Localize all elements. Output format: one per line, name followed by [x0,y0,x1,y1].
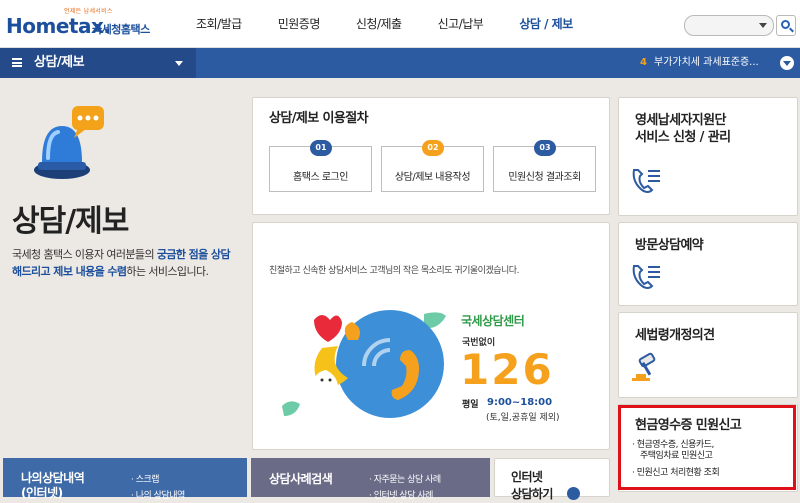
step-result[interactable]: 03 민원신청 결과조회 [493,140,596,192]
step-write[interactable]: 02 상담/제보 내용작성 [381,140,484,192]
section-menu-button[interactable]: 상담/제보 [0,48,196,78]
my-consult-link[interactable]: · 나의 상담내역 [131,488,185,501]
page-title: 상담/제보 [12,204,129,239]
arrow-right-icon [567,487,580,500]
logo-korean-name: 국세청홈택스 [92,23,150,36]
consult-siren-icon [34,106,104,179]
phone-list-icon [632,265,660,289]
gavel-icon [632,352,656,381]
consult-case-search-card[interactable]: 상담사례검색 · 자주묻는 상담 사례 · 인터넷 상담 사례 [251,458,490,501]
consult-hours-note: (토,일,공휴일 제외) [486,413,560,423]
search-input[interactable] [684,15,774,36]
page-description-text-2: 하는 서비스입니다. [126,265,209,278]
card-title-line2: 서비스 신청 / 관리 [635,130,731,145]
scrap-link[interactable]: · 스크랩 [131,472,160,485]
procedure-title: 상담/제보 이용절차 [269,111,369,126]
nav-inquiry-issue[interactable]: 조회/발급 [178,0,260,48]
consult-center-logo: 국세상담센터 [461,314,525,328]
highlight-box [618,405,796,490]
chevron-down-icon [175,61,183,66]
card-title: 세법령개정의견 [635,328,715,343]
card-title: 상담사례검색 [269,472,333,486]
card-title-line2: (인터넷) [21,486,63,500]
faq-case-link[interactable]: · 자주묻는 상담 사례 [369,472,441,485]
step-label: 민원신청 결과조회 [508,172,581,183]
step-label: 홈택스 로그인 [293,172,348,183]
nav-apply-submit[interactable]: 신청/제출 [338,0,420,48]
consult-hours: 9:00~18:00 [487,397,553,408]
card-title: 인터넷상담하기 [511,469,553,503]
step-number: 01 [310,140,332,156]
notice-expand-button[interactable] [780,56,794,70]
hamburger-icon [12,58,22,67]
hometax-logo[interactable]: 언제든 납세서비스 Hometax. 국세청홈택스 [6,6,156,42]
nav-report-pay[interactable]: 신고/납부 [420,0,502,48]
search-button[interactable] [776,15,796,36]
main-nav: 조회/발급 민원증명 신청/제출 신고/납부 상담 / 제보 [178,0,591,48]
card-title: 방문상담예약 [635,238,704,253]
notice-text[interactable]: 부가가치세 과세표준증... [654,48,759,78]
section-title: 상담/제보 [34,55,85,70]
internet-consult-card[interactable]: 인터넷상담하기 [494,458,610,501]
card-title-line2: 상담하기 [511,487,553,501]
search-icon-handle [789,27,794,33]
card-title-line1: 나의상담내역 [21,471,85,485]
step-number: 03 [534,140,556,156]
card-title: 영세납세자지원단서비스 신청 / 관리 [635,112,731,146]
page-description-text-1: 국세청 홈택스 이용자 여러분들의 [12,248,157,261]
step-label: 상담/제보 내용작성 [394,172,471,183]
nav-civil-certificate[interactable]: 민원증명 [260,0,338,48]
nav-consult-report[interactable]: 상담 / 제보 [501,0,590,48]
small-taxpayer-support-card[interactable]: 영세납세자지원단서비스 신청 / 관리 [618,97,798,216]
consult-greeting: 친절하고 신속한 상담서비스 고객님의 작은 목소리도 귀기울이겠습니다. [269,266,519,276]
top-header: 언제든 납세서비스 Hometax. 국세청홈택스 조회/발급 민원증명 신청/… [0,0,800,48]
card-title-line1: 인터넷 [511,470,543,484]
page-description: 국세청 홈택스 이용자 여러분들의 궁금한 점을 상담해드리고 제보 내용을 수… [12,246,232,280]
card-title-line1: 영세납세자지원단 [635,113,726,128]
chevron-down-icon[interactable] [759,23,767,28]
my-consult-history-card[interactable]: 나의상담내역 (인터넷) · 스크랩 · 나의 상담내역 [3,458,247,501]
phone-list-icon [632,169,660,193]
consult-phone-illustration [282,310,446,418]
step-login[interactable]: 01 홈택스 로그인 [269,140,372,192]
step-number: 02 [422,140,444,156]
section-bar: 상담/제보 4 부가가치세 과세표준증... [0,48,800,78]
notice-number: 4 [640,57,647,68]
hours-label: 평일 [462,400,479,410]
consult-phone-number: 126 [460,345,554,394]
internet-case-link[interactable]: · 인터넷 상담 사례 [369,488,433,501]
